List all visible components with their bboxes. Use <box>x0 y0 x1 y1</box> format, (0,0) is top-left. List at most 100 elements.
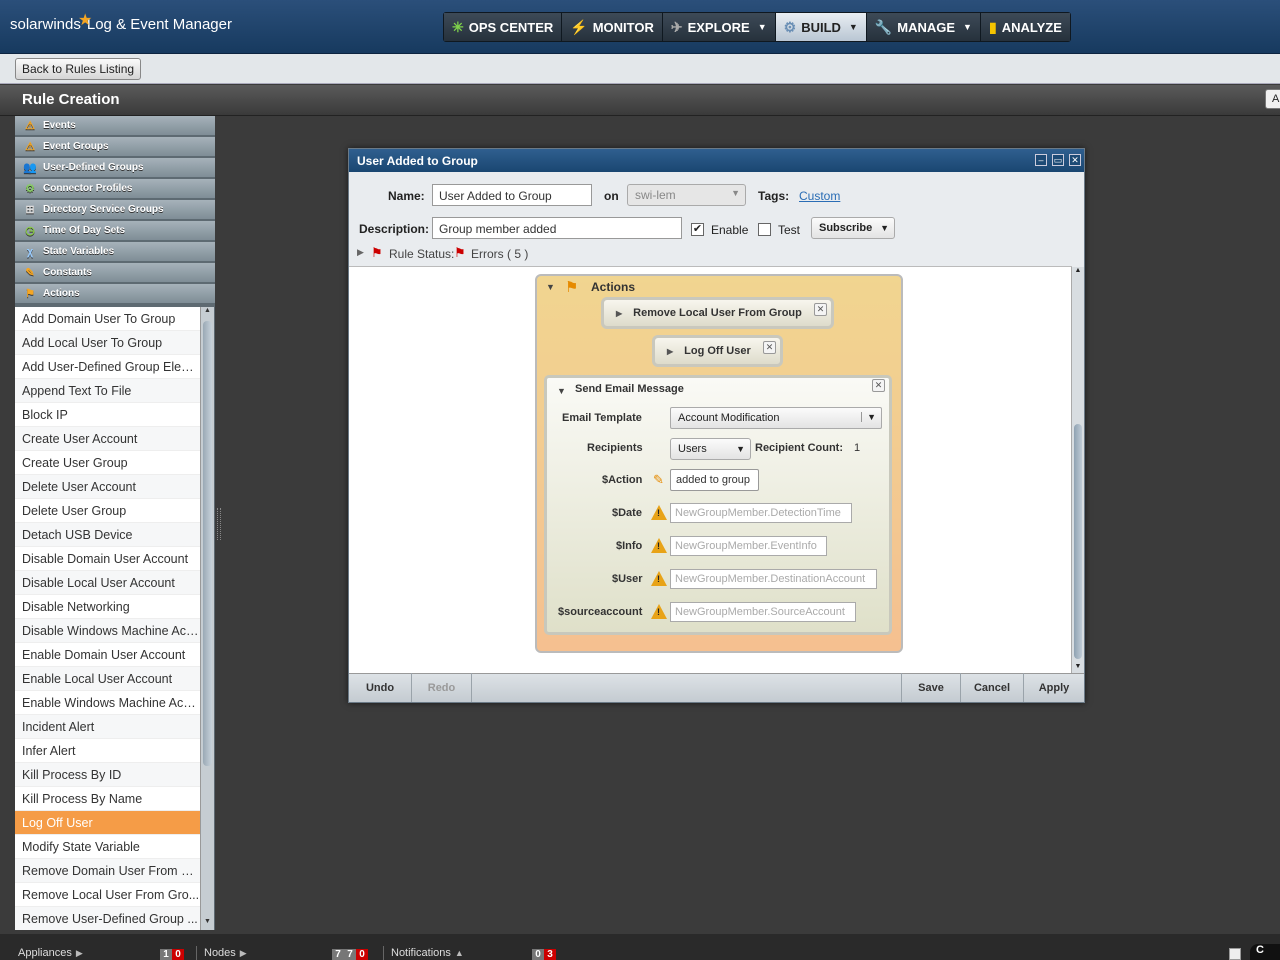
action-list-item[interactable]: Disable Local User Account <box>15 571 200 595</box>
collapse-arrow-icon[interactable]: ▼ <box>546 282 555 292</box>
recipients-select[interactable]: Users ▼ <box>670 438 751 460</box>
action-list-item[interactable]: Remove Domain User From G... <box>15 859 200 883</box>
status-checkbox[interactable] <box>1229 948 1241 960</box>
enable-checkbox[interactable]: ✔ <box>691 223 704 236</box>
action-list-item[interactable]: Disable Networking <box>15 595 200 619</box>
action-list-item[interactable]: Kill Process By ID <box>15 763 200 787</box>
category-actions[interactable]: ⚑ Actions <box>15 284 215 304</box>
param-sourceaccount-input[interactable]: NewGroupMember.SourceAccount <box>670 602 856 622</box>
category-events[interactable]: ⚠ Events <box>15 116 215 136</box>
appliance-select[interactable]: swi-lem ▼ <box>627 184 746 206</box>
brand-star-icon: ★ <box>78 12 93 29</box>
scroll-up-arrow-icon[interactable]: ▲ <box>201 307 214 319</box>
action-list-item[interactable]: Delete User Group <box>15 499 200 523</box>
action-list-item[interactable]: Remove Local User From Gro... <box>15 883 200 907</box>
email-template-label: Email Template <box>562 412 642 424</box>
action-list-item[interactable]: Block IP <box>15 403 200 427</box>
nav-explore[interactable]: ✈ EXPLORE ▼ <box>662 13 776 41</box>
action-list-item[interactable]: Add User-Defined Group Elem... <box>15 355 200 379</box>
cancel-button[interactable]: Cancel <box>961 673 1024 702</box>
remove-action-close-icon[interactable]: ✕ <box>814 303 827 316</box>
category-state-variables[interactable]: χ State Variables <box>15 242 215 262</box>
save-button[interactable]: Save <box>901 673 961 702</box>
param-date-input[interactable]: NewGroupMember.DetectionTime <box>670 503 852 523</box>
action-list-item[interactable]: Add Domain User To Group <box>15 307 200 331</box>
category-constants[interactable]: ✎ Constants <box>15 263 215 283</box>
action-list-item-selected[interactable]: Log Off User <box>15 811 200 835</box>
scrollbar-thumb[interactable] <box>203 321 212 766</box>
lock-icon[interactable]: C <box>1250 944 1280 960</box>
test-checkbox[interactable] <box>758 223 771 236</box>
param-info-input[interactable]: NewGroupMember.EventInfo <box>670 536 827 556</box>
nodes-tab[interactable]: Nodes ▶ <box>204 946 247 960</box>
count-badge: 0 <box>532 949 544 960</box>
action-list-item[interactable]: Incident Alert <box>15 715 200 739</box>
redo-button[interactable]: Redo <box>412 673 472 702</box>
nav-manage[interactable]: 🔧 MANAGE ▼ <box>866 13 981 41</box>
description-input[interactable]: Group member added <box>432 217 682 239</box>
appliances-tab[interactable]: Appliances ▶ <box>18 946 83 960</box>
editor-scrollbar[interactable]: ▲ ▼ <box>1071 267 1084 673</box>
action-list-item[interactable]: Disable Domain User Account <box>15 547 200 571</box>
category-time-of-day-sets[interactable]: ◷ Time Of Day Sets <box>15 221 215 241</box>
pencil-icon[interactable]: ✎ <box>653 472 664 488</box>
action-list-item[interactable]: Remove User-Defined Group ... <box>15 907 200 930</box>
count-badge: 1 <box>160 949 172 960</box>
action-list-item[interactable]: Delete User Account <box>15 475 200 499</box>
category-directory-service-groups[interactable]: ⊞ Directory Service Groups <box>15 200 215 220</box>
main-nav: ✳ OPS CENTER ⚡ MONITOR ✈ EXPLORE ▼ ⚙ BUILD ▼ 🔧… <box>443 12 1071 42</box>
action-list-item[interactable]: Infer Alert <box>15 739 200 763</box>
category-event-groups[interactable]: ⚠ Event Groups <box>15 137 215 157</box>
close-icon[interactable]: ✕ <box>1069 154 1081 166</box>
collapse-arrow-icon[interactable]: ▼ <box>557 386 566 396</box>
action-list-item[interactable]: Create User Group <box>15 451 200 475</box>
right-panel-tab[interactable]: A <box>1265 89 1280 109</box>
undo-button[interactable]: Undo <box>349 673 412 702</box>
pencil-icon: ✎ <box>25 267 35 279</box>
category-label: Constants <box>43 267 92 278</box>
log-off-close-icon[interactable]: ✕ <box>763 341 776 354</box>
back-to-rules-button[interactable]: Back to Rules Listing <box>15 58 142 80</box>
nav-analyze[interactable]: ▮ ANALYZE <box>980 13 1070 41</box>
action-list-item[interactable]: Modify State Variable <box>15 835 200 859</box>
category-connector-profiles[interactable]: ⚙ Connector Profiles <box>15 179 215 199</box>
action-list-item[interactable]: Append Text To File <box>15 379 200 403</box>
notifications-tab[interactable]: Notifications ▲ <box>391 946 464 960</box>
scroll-down-arrow-icon[interactable]: ▼ <box>1072 663 1084 673</box>
action-list-item[interactable]: Create User Account <box>15 427 200 451</box>
category-user-defined-groups[interactable]: 👥 User-Defined Groups <box>15 158 215 178</box>
action-list-item[interactable]: Kill Process By Name <box>15 787 200 811</box>
minimize-icon[interactable]: – <box>1035 154 1047 166</box>
nav-monitor[interactable]: ⚡ MONITOR <box>562 13 663 41</box>
expand-arrow-icon[interactable]: ▶ <box>357 247 364 258</box>
nav-ops-center[interactable]: ✳ OPS CENTER <box>444 13 563 41</box>
email-template-select[interactable]: Account Modification ▼ <box>670 407 882 429</box>
apply-button[interactable]: Apply <box>1024 673 1084 702</box>
action-list-item[interactable]: Disable Windows Machine Acc... <box>15 619 200 643</box>
param-action-input[interactable]: added to group <box>670 469 759 491</box>
tags-custom-link[interactable]: Custom <box>799 189 840 203</box>
scroll-up-arrow-icon[interactable]: ▲ <box>1072 267 1084 277</box>
panel-splitter-handle[interactable] <box>217 508 221 540</box>
errors-count-label[interactable]: Errors ( 5 ) <box>471 247 528 261</box>
actions-list-scrollbar[interactable]: ▲ ▼ <box>200 307 214 930</box>
action-remove-local-user[interactable]: ▶ Remove Local User From Group <box>601 297 834 329</box>
title-bar <box>0 85 1280 116</box>
send-email-close-icon[interactable]: ✕ <box>872 379 885 392</box>
maximize-icon[interactable]: ▭ <box>1052 154 1064 166</box>
category-label: Event Groups <box>43 141 109 152</box>
nav-build[interactable]: ⚙ BUILD ▼ <box>775 13 867 41</box>
action-list-item[interactable]: Detach USB Device <box>15 523 200 547</box>
action-list-item[interactable]: Enable Domain User Account <box>15 643 200 667</box>
subscribe-button[interactable]: Subscribe ▼ <box>811 217 895 239</box>
action-list-item[interactable]: Add Local User To Group <box>15 331 200 355</box>
nav-label: EXPLORE <box>687 19 750 35</box>
rule-name-input[interactable]: User Added to Group <box>432 184 592 206</box>
action-list-item[interactable]: Enable Windows Machine Acco... <box>15 691 200 715</box>
expand-arrow-icon[interactable]: ▶ <box>667 347 673 356</box>
expand-arrow-icon[interactable]: ▶ <box>616 309 622 318</box>
scroll-down-arrow-icon[interactable]: ▼ <box>201 918 214 930</box>
action-list-item[interactable]: Enable Local User Account <box>15 667 200 691</box>
scrollbar-thumb[interactable] <box>1074 424 1082 659</box>
param-user-input[interactable]: NewGroupMember.DestinationAccount <box>670 569 877 589</box>
